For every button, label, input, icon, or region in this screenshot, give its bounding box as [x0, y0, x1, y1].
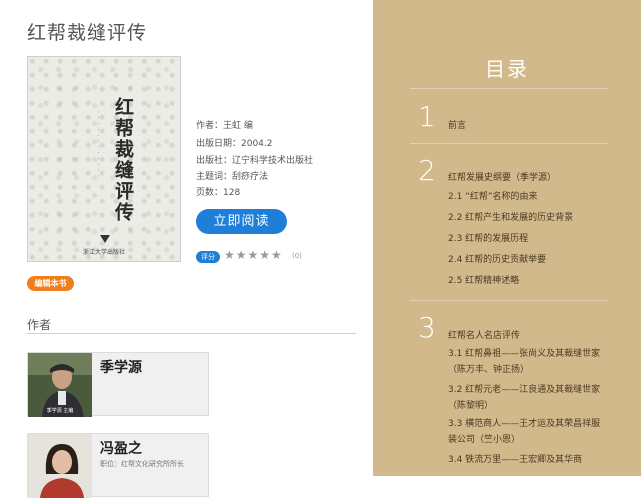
- toc-item[interactable]: 3.4 铁流万里——王宏卿及其华商: [448, 452, 606, 468]
- author-name: 季学源: [100, 360, 142, 376]
- toc-item[interactable]: 2.2 红帮产生和发展的历史背景: [448, 210, 606, 226]
- author-role: 职位：红帮文化研究所所长: [100, 460, 184, 468]
- author-card[interactable]: 季学源 主编 季学源: [27, 352, 209, 417]
- toc-divider: [410, 300, 608, 301]
- toc-item[interactable]: 2.3 红帮的发展历程: [448, 231, 606, 247]
- toc-title: 目录: [485, 57, 529, 81]
- toc-item[interactable]: 3.1 红帮鼻祖——张尚义及其裁缝世家（陈万丰、钟正扬）: [448, 346, 606, 378]
- meta-date: 出版日期：2004.2: [196, 139, 273, 149]
- rating-stars[interactable]: ★★★★★: [224, 248, 283, 262]
- cover-subtitle: · · · · · · · · · · · ·: [94, 111, 101, 178]
- toc-divider: [410, 88, 608, 89]
- authors-section-title: 作者: [27, 318, 52, 332]
- meta-subject: 主题词：刮痧疗法: [196, 172, 269, 182]
- edit-book-button[interactable]: 编辑本书: [27, 276, 74, 291]
- author-card[interactable]: 冯盈之 职位：红帮文化研究所所长: [27, 433, 209, 498]
- rating-count: (0): [292, 252, 302, 260]
- chapter-number: 3: [418, 311, 436, 344]
- page-title: 红帮裁缝评传: [27, 22, 148, 44]
- toc-item[interactable]: 3.2 红帮元老——江良通及其裁缝世家（陈黎明）: [448, 382, 606, 414]
- toc-chapter[interactable]: 红帮发展史纲要（季学源）: [448, 170, 556, 183]
- toc-item[interactable]: 2.5 红帮精神述略: [448, 273, 606, 289]
- meta-publisher: 出版社：辽宁科学技术出版社: [196, 156, 314, 166]
- book-detail-panel: 红帮裁缝评传 · · · · · · · · · · · · 红帮裁缝评传 浙江…: [0, 0, 373, 498]
- chapter-number: 1: [418, 100, 436, 133]
- toc-divider: [410, 143, 608, 144]
- toc-item[interactable]: 2.4 红帮的历史贡献举要: [448, 252, 606, 268]
- cover-publisher: 浙江大学出版社: [82, 249, 125, 256]
- cover-pattern: [28, 57, 180, 261]
- rating-label: 评分: [196, 251, 220, 263]
- meta-pages: 页数：128: [196, 188, 241, 198]
- book-cover[interactable]: · · · · · · · · · · · · 红帮裁缝评传 浙江大学出版社: [27, 56, 181, 262]
- chapter-number: 2: [418, 154, 436, 187]
- author-avatar: [28, 434, 92, 498]
- section-divider: [27, 333, 356, 334]
- toc-chapter[interactable]: 前言: [448, 118, 466, 131]
- author-avatar: 季学源 主编: [28, 353, 92, 417]
- cover-title: 红帮裁缝评传: [112, 97, 134, 223]
- toc-panel: 目录 1 前言 2 红帮发展史纲要（季学源） 2.1 “红帮”名称的由来 2.2…: [373, 0, 641, 476]
- toc-item[interactable]: 3.3 横范商人——王才运及其荣昌祥服装公司（竺小恩）: [448, 416, 606, 448]
- toc-chapter[interactable]: 红帮名人名店评传: [448, 328, 520, 341]
- photo-caption: 季学源 主编: [46, 408, 74, 414]
- toc-item[interactable]: 2.1 “红帮”名称的由来: [448, 189, 606, 205]
- author-name: 冯盈之: [100, 441, 142, 457]
- meta-author: 作者：王虹 编: [196, 121, 253, 131]
- read-now-button[interactable]: 立即阅读: [196, 209, 287, 234]
